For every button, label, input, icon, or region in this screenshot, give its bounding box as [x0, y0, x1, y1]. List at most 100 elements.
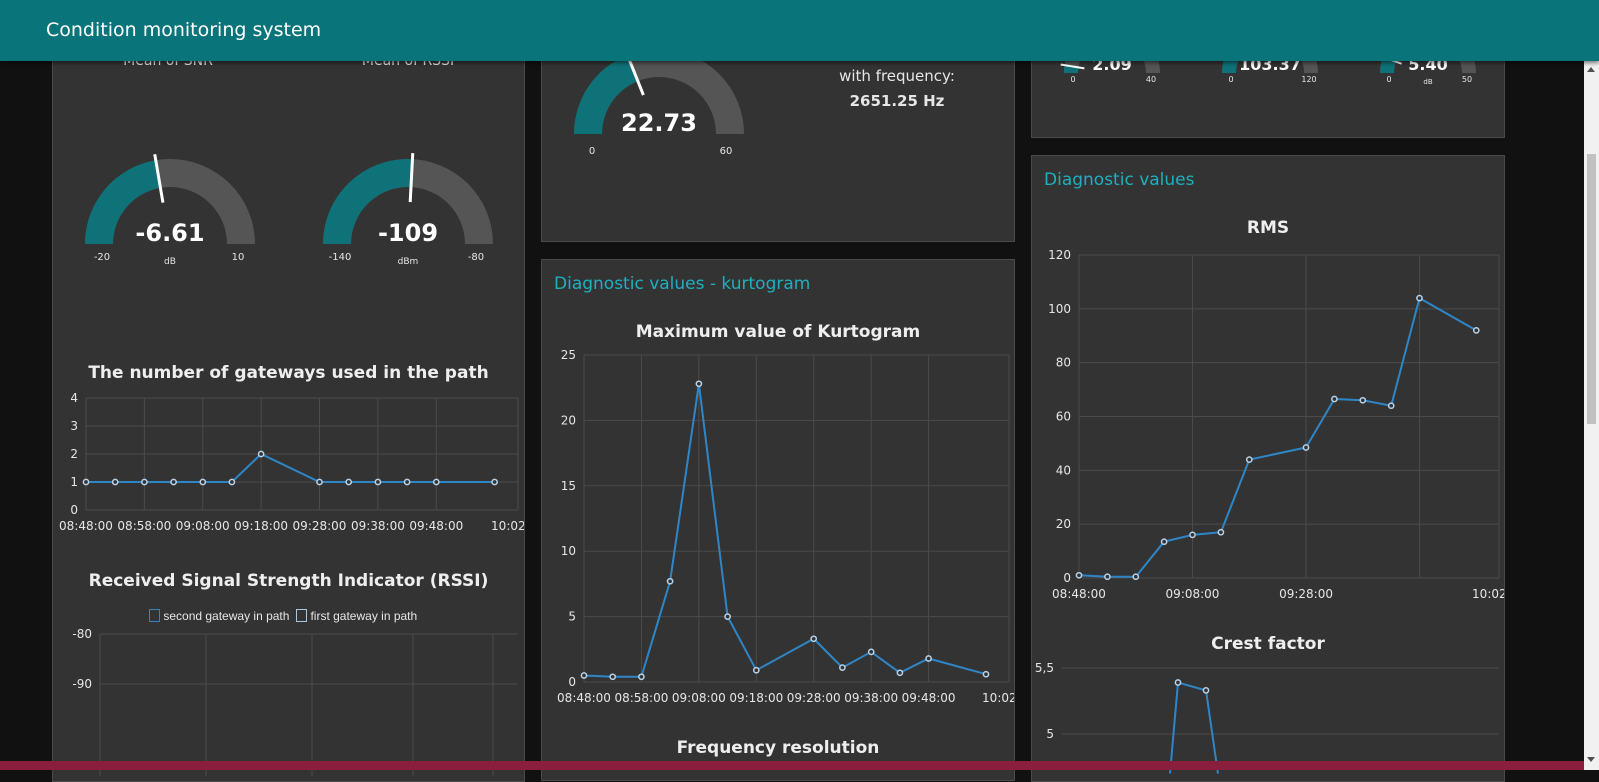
y-tick-label: 20 [1056, 517, 1071, 531]
data-point[interactable] [1472, 327, 1480, 334]
x-tick-label: 09:08:00 [672, 691, 726, 705]
x-tick-label: 09:18:00 [729, 691, 783, 705]
data-point[interactable] [1302, 444, 1310, 451]
y-tick-label: 2 [70, 447, 78, 461]
app-title: Condition monitoring system [46, 19, 322, 41]
data-point[interactable] [1202, 687, 1210, 694]
mini-gauge-max: 120 [1301, 75, 1316, 84]
x-tick-label: 08:48:00 [59, 519, 113, 533]
x-tick-label: 10:02:00 [491, 519, 524, 533]
x-tick-label: 09:48:00 [902, 691, 956, 705]
y-tick-label: 4 [70, 391, 78, 405]
data-point[interactable] [141, 478, 148, 486]
data-point[interactable] [638, 673, 645, 681]
chart-grid [583, 354, 1010, 683]
scroll-thumb[interactable] [1587, 154, 1596, 424]
data-point[interactable] [1189, 531, 1196, 539]
x-tick-label: 09:38:00 [351, 519, 405, 533]
x-tick-label: 08:48:00 [557, 691, 611, 705]
kurtogram-group-title: Diagnostic values - kurtogram [554, 274, 811, 294]
rssi-gauge-min: -140 [329, 252, 352, 263]
taskbar-strip [0, 761, 1584, 770]
snr-gauge: -6.61 -20 10 dB [85, 154, 255, 266]
series-line [1169, 681, 1219, 774]
x-tick-label: 10:02:00 [982, 691, 1014, 705]
y-tick-label: 60 [1056, 410, 1071, 424]
mini-gauge-min: 0 [1070, 75, 1075, 84]
data-point[interactable] [896, 669, 904, 677]
data-point[interactable] [374, 478, 382, 486]
legend-first-gateway[interactable]: first gateway in path [310, 609, 417, 623]
y-tick-label: 15 [561, 479, 576, 493]
y-tick-label: 5,5 [1035, 661, 1054, 675]
data-point[interactable] [580, 672, 588, 679]
legend-swatch-second[interactable] [149, 609, 160, 622]
page-scrollbar[interactable] [1584, 61, 1599, 770]
data-point[interactable] [810, 635, 818, 643]
x-tick-label: 09:18:00 [234, 519, 288, 533]
gateways-chart-title: The number of gateways used in the path [88, 363, 489, 383]
data-point[interactable] [170, 478, 177, 486]
diagnostic-panel: Diagnostic values RMS 0 20 40 60 80 100 120 08:… [1031, 155, 1505, 782]
y-tick-label: -90 [72, 677, 92, 691]
rssi-gauge-value: -109 [378, 219, 438, 247]
y-tick-label: 10 [561, 544, 576, 558]
data-point[interactable] [1331, 395, 1338, 403]
data-point[interactable] [1245, 456, 1253, 463]
scroll-down-arrow[interactable] [1587, 757, 1595, 762]
data-point[interactable] [724, 613, 731, 620]
data-point[interactable] [752, 666, 760, 674]
mini-gauge-min: 0 [1386, 75, 1391, 84]
kurtogram-chart-panel: Diagnostic values - kurtogram Maximum va… [541, 259, 1015, 781]
data-point[interactable] [982, 670, 990, 678]
data-point[interactable] [1104, 573, 1111, 581]
data-point[interactable] [1174, 679, 1182, 686]
y-tick-label: 100 [1048, 302, 1071, 316]
data-point[interactable] [491, 478, 498, 486]
legend-second-gateway[interactable]: second gateway in path [163, 609, 289, 623]
crest-chart: 5,55 [1035, 661, 1499, 774]
y-tick-label: 120 [1048, 248, 1071, 262]
data-point[interactable] [199, 478, 207, 486]
data-point[interactable] [666, 577, 674, 585]
data-point[interactable] [839, 664, 846, 671]
y-tick-label: 0 [568, 675, 576, 689]
legend-swatch-first[interactable] [296, 609, 308, 622]
scroll-up-arrow[interactable] [1587, 67, 1595, 72]
x-tick-label: 08:48:00 [1052, 587, 1106, 601]
mini-gauge-min: 0 [1228, 75, 1233, 84]
snr-gauge-unit: dB [164, 257, 176, 266]
data-point[interactable] [345, 478, 353, 486]
data-point[interactable] [403, 478, 411, 486]
mini-gauge-max: 50 [1462, 75, 1472, 84]
chart-grid [85, 397, 519, 511]
y-tick-label: 20 [561, 413, 576, 427]
top-bar: Condition monitoring system [0, 0, 1599, 61]
data-point[interactable] [1075, 571, 1083, 579]
rms-chart-title: RMS [1246, 218, 1290, 238]
data-point[interactable] [257, 450, 265, 458]
data-point[interactable] [925, 655, 932, 662]
data-point[interactable] [1217, 528, 1225, 536]
data-point[interactable] [432, 478, 440, 486]
kurtogram-chart-title: Maximum value of Kurtogram [635, 322, 921, 342]
gateways-chart: 0 1 2 3 4 08:48:00 08:58:00 09:08:00 09:18:00 09:… [59, 391, 524, 533]
kurtogram-gauge-value: 22.73 [621, 109, 697, 137]
data-point[interactable] [695, 380, 703, 388]
chart-grid [1078, 254, 1500, 579]
data-point[interactable] [867, 648, 875, 656]
data-point[interactable] [111, 478, 119, 486]
data-point[interactable] [1160, 538, 1168, 546]
data-point[interactable] [82, 478, 90, 486]
data-point[interactable] [228, 478, 236, 486]
rms-chart: 0 20 40 60 80 100 120 08:48:00 09:08:00 09:28:00 1… [1048, 248, 1504, 601]
data-point[interactable] [1132, 573, 1140, 581]
data-point[interactable] [1359, 396, 1367, 404]
data-point[interactable] [1416, 294, 1423, 302]
y-tick-label: 1 [70, 475, 78, 489]
data-point[interactable] [609, 673, 617, 681]
rssi-gauge-max: -80 [468, 252, 484, 263]
data-point[interactable] [1387, 402, 1395, 410]
data-point[interactable] [316, 478, 323, 486]
kurtogram-chart: 0 5 10 15 20 25 08:48:00 08:58:00 09:08:00 09:18:… [557, 348, 1014, 705]
